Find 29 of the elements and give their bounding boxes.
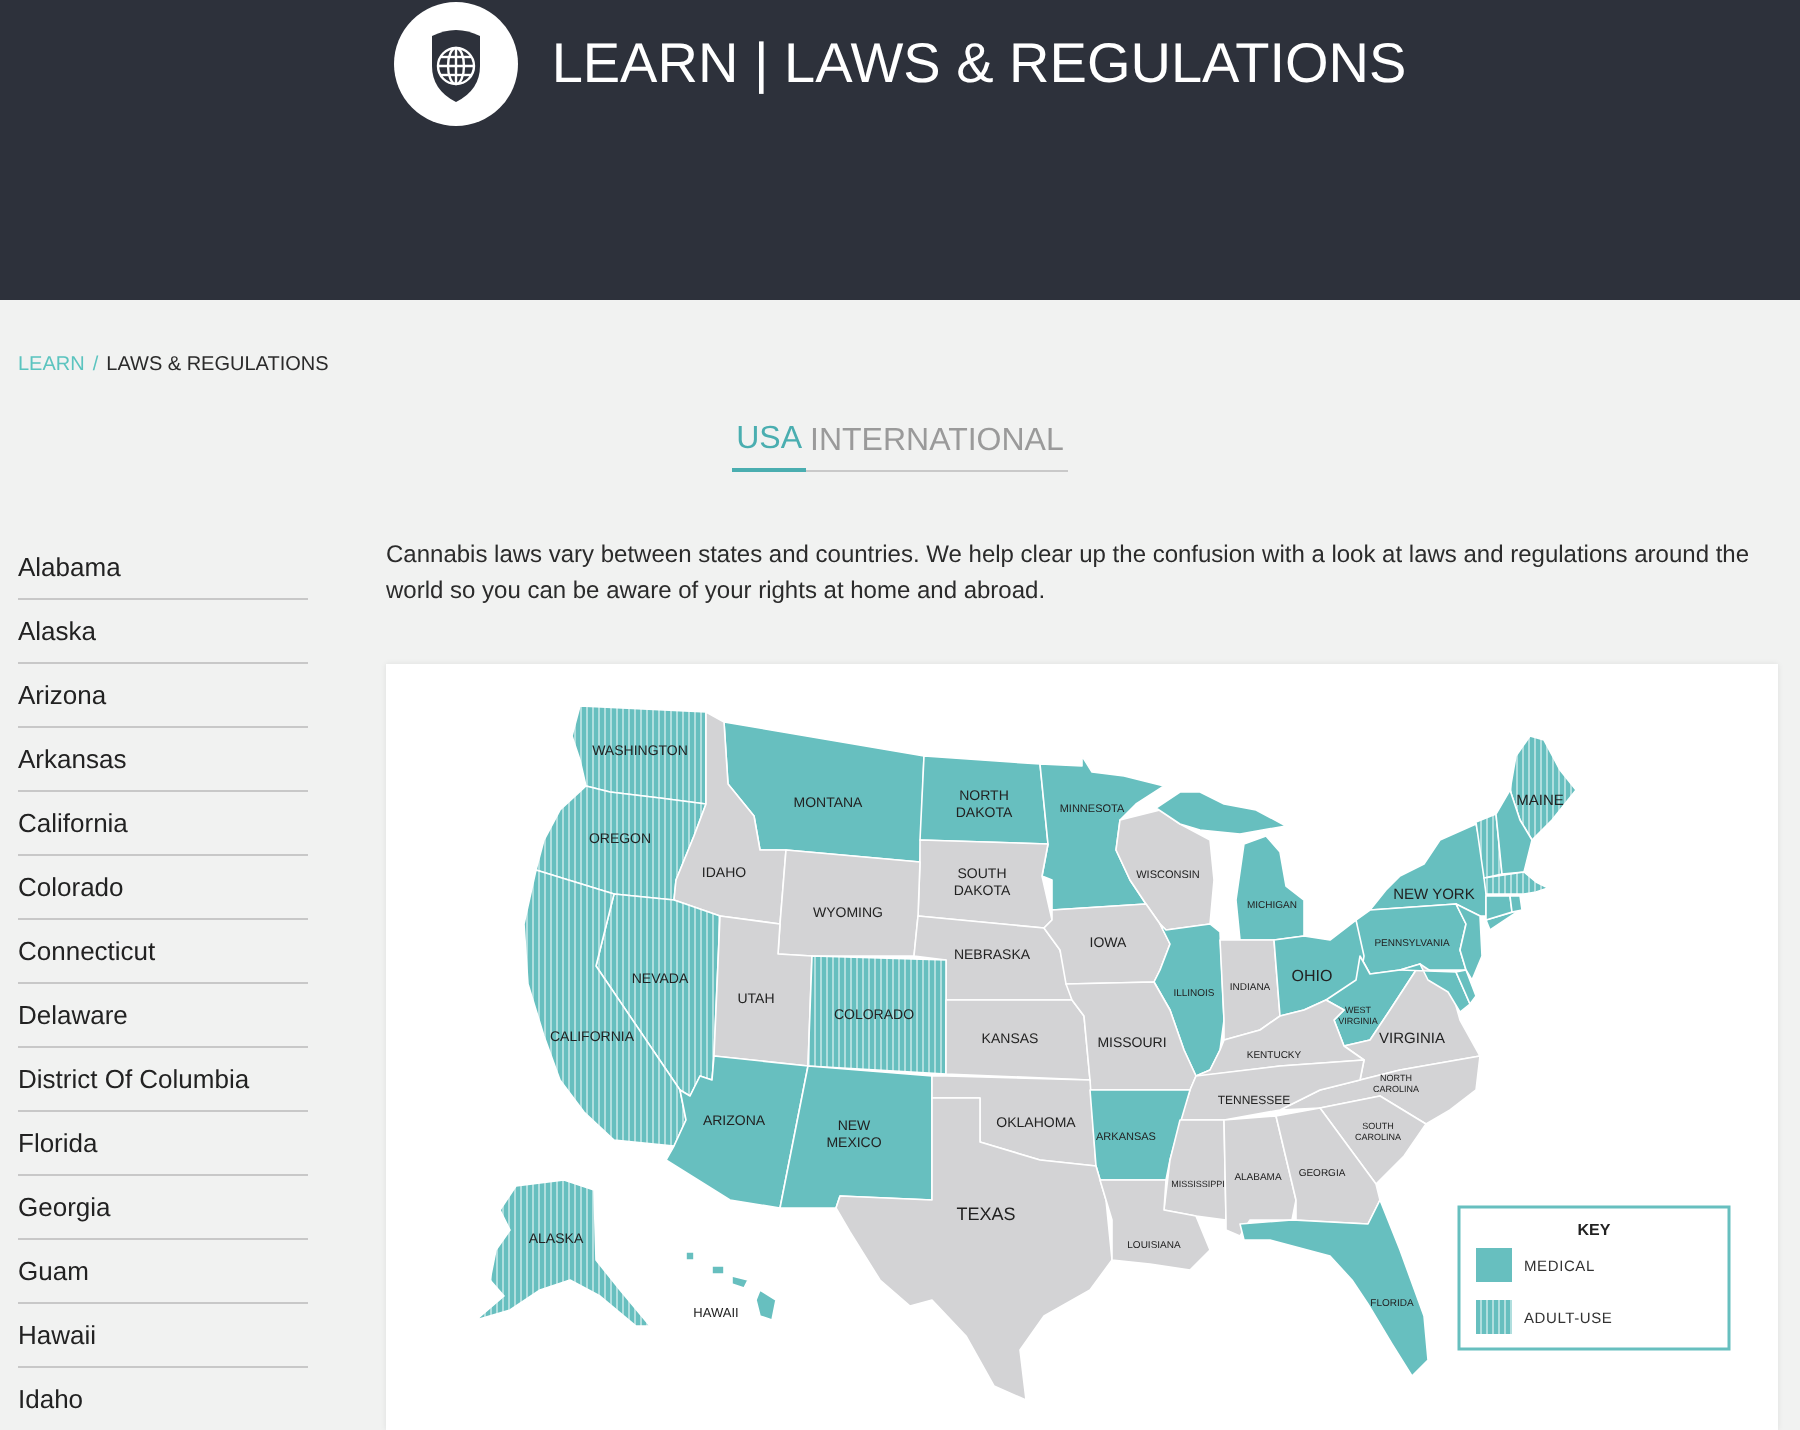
state-shape[interactable] xyxy=(1509,735,1577,841)
legend-title: KEY xyxy=(1577,1221,1611,1239)
state-link[interactable]: Colorado xyxy=(18,856,308,920)
state-label: TEXAS xyxy=(956,1204,1016,1224)
state-link[interactable]: District Of Columbia xyxy=(18,1048,308,1112)
state-shape[interactable] xyxy=(1089,1089,1191,1181)
state-link[interactable]: California xyxy=(18,792,308,856)
state-link[interactable]: Arizona xyxy=(18,664,308,728)
state-shape[interactable] xyxy=(917,839,1053,929)
state-label: OHIO xyxy=(1291,967,1333,985)
state-link[interactable]: Connecticut xyxy=(18,920,308,984)
state-shape[interactable] xyxy=(1163,1119,1227,1221)
state-shape[interactable] xyxy=(685,1251,777,1321)
state-shape[interactable] xyxy=(913,915,1073,1001)
state-link[interactable]: Georgia xyxy=(18,1176,308,1240)
breadcrumb-separator: / xyxy=(92,352,99,378)
state-link[interactable]: Alaska xyxy=(18,600,308,664)
state-link[interactable]: Guam xyxy=(18,1240,308,1304)
state-shape[interactable] xyxy=(571,705,707,805)
intro-text: Cannabis laws vary between states and countries. We help clear up the confusion with a look at laws and regulations around the world so you can be aware of your rights at home and abroad. xyxy=(386,538,1752,608)
state-shape[interactable] xyxy=(919,755,1049,845)
state-link[interactable]: Arkansas xyxy=(18,728,308,792)
state-link[interactable]: Delaware xyxy=(18,984,308,1048)
state-link[interactable]: Hawaii xyxy=(18,1304,308,1368)
state-link[interactable]: Florida xyxy=(18,1112,308,1176)
current-page-label: LAWS & REGULATIONS xyxy=(106,352,329,378)
state-link[interactable]: Alabama xyxy=(18,536,308,600)
state-link[interactable]: Idaho xyxy=(18,1368,308,1430)
page-title: LEARN | LAWS & REGULATIONS xyxy=(551,30,1407,98)
